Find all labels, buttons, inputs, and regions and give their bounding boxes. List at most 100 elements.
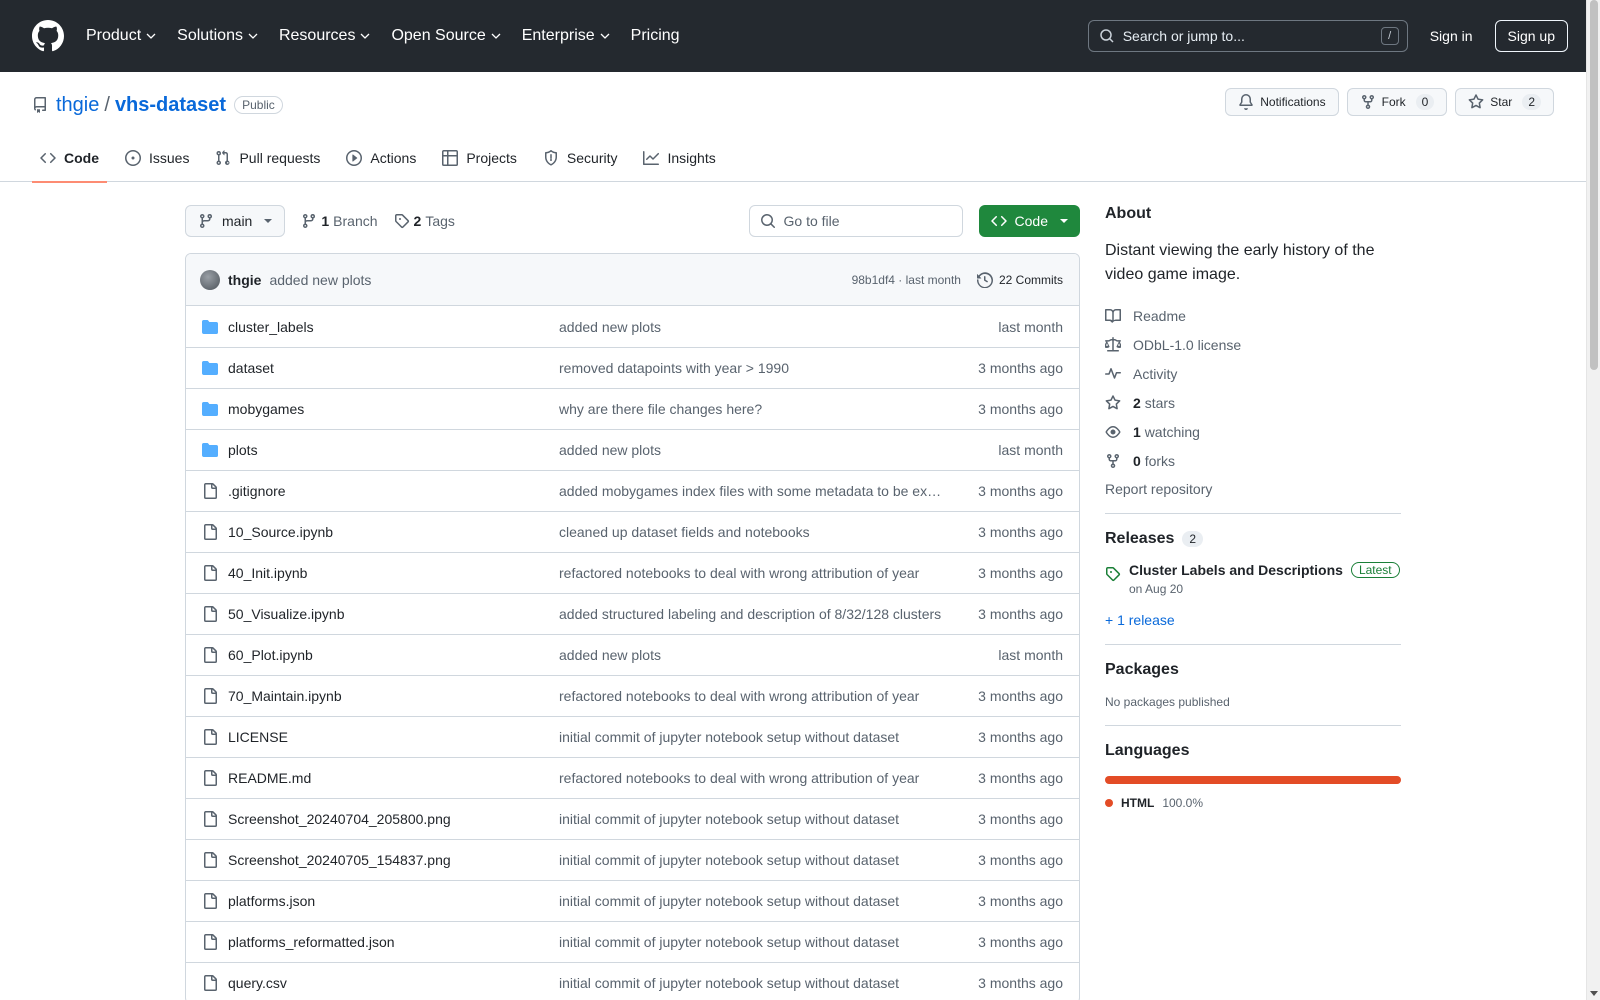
branches-link[interactable]: 1 Branch — [301, 213, 378, 229]
file-name-link[interactable]: .gitignore — [228, 483, 559, 499]
file-name-link[interactable]: 50_Visualize.ipynb — [228, 606, 559, 622]
table-row[interactable]: plots added new plots last month — [186, 429, 1079, 470]
file-name-link[interactable]: Screenshot_20240705_154837.png — [228, 852, 559, 868]
sign-in-link[interactable]: Sign in — [1430, 28, 1473, 44]
scrollbar-thumb[interactable] — [1590, 0, 1598, 370]
notifications-button[interactable]: Notifications — [1225, 88, 1339, 116]
file-commit-message[interactable]: cleaned up dataset fields and notebooks — [559, 524, 978, 540]
file-commit-message[interactable]: refactored notebooks to deal with wrong … — [559, 565, 978, 581]
sign-up-button[interactable]: Sign up — [1494, 20, 1568, 52]
commits-history-link[interactable]: 22 Commits — [976, 271, 1063, 288]
table-row[interactable]: 10_Source.ipynb cleaned up dataset fields… — [186, 511, 1079, 552]
table-row[interactable]: LICENSE initial commit of jupyter noteboo… — [186, 716, 1079, 757]
nav-resources[interactable]: Resources — [279, 27, 371, 45]
file-name-link[interactable]: query.csv — [228, 975, 559, 991]
tab-security[interactable]: Security — [535, 134, 626, 182]
fork-button[interactable]: Fork 0 — [1346, 88, 1448, 116]
file-name-link[interactable]: Screenshot_20240704_205800.png — [228, 811, 559, 827]
commit-hash-time[interactable]: 98b1df4 · last month — [852, 273, 961, 287]
table-row[interactable]: README.md refactored notebooks to deal wi… — [186, 757, 1079, 798]
readme-link[interactable]: Readme — [1105, 301, 1401, 330]
file-name-link[interactable]: mobygames — [228, 401, 559, 417]
file-commit-message[interactable]: initial commit of jupyter notebook setup… — [559, 975, 978, 991]
star-button[interactable]: Star 2 — [1455, 88, 1554, 116]
code-download-button[interactable]: Code — [978, 205, 1080, 237]
file-commit-message[interactable]: added new plots — [559, 319, 998, 335]
file-commit-message[interactable]: initial commit of jupyter notebook setup… — [559, 893, 978, 909]
scroll-down-arrow-icon[interactable] — [1590, 991, 1598, 996]
tab-pull-requests[interactable]: Pull requests — [207, 134, 328, 182]
nav-solutions[interactable]: Solutions — [177, 27, 259, 45]
release-title[interactable]: Cluster Labels and Descriptions — [1129, 562, 1343, 578]
forks-link[interactable]: 0 forks — [1105, 446, 1401, 475]
nav-pricing[interactable]: Pricing — [631, 27, 680, 45]
file-name-link[interactable]: 10_Source.ipynb — [228, 524, 559, 540]
file-name-link[interactable]: dataset — [228, 360, 559, 376]
branch-select-button[interactable]: main — [185, 205, 286, 237]
file-commit-message[interactable]: removed datapoints with year > 1990 — [559, 360, 978, 376]
table-row[interactable]: dataset removed datapoints with year > 19… — [186, 347, 1079, 388]
file-icon — [204, 893, 217, 909]
repo-name-link[interactable]: vhs-dataset — [115, 94, 226, 117]
file-commit-message[interactable]: refactored notebooks to deal with wrong … — [559, 770, 978, 786]
packages-heading[interactable]: Packages — [1105, 661, 1401, 679]
more-releases-link[interactable]: + 1 release — [1105, 612, 1401, 628]
language-item-html[interactable]: HTML 100.0% — [1105, 796, 1401, 810]
table-row[interactable]: platforms.json initial commit of jupyter … — [186, 880, 1079, 921]
file-name-link[interactable]: 70_Maintain.ipynb — [228, 688, 559, 704]
file-name-link[interactable]: cluster_labels — [228, 319, 559, 335]
table-row[interactable]: cluster_labels added new plots last month — [186, 306, 1079, 347]
table-row[interactable]: .gitignore added mobygames index files wi… — [186, 470, 1079, 511]
file-name-link[interactable]: README.md — [228, 770, 559, 786]
table-row[interactable]: 50_Visualize.ipynb added structured label… — [186, 593, 1079, 634]
nav-product[interactable]: Product — [86, 27, 157, 45]
file-name-link[interactable]: 60_Plot.ipynb — [228, 647, 559, 663]
watching-link[interactable]: 1 watching — [1105, 417, 1401, 446]
table-row[interactable]: Screenshot_20240705_154837.png initial co… — [186, 839, 1079, 880]
file-commit-message[interactable]: added new plots — [559, 647, 998, 663]
file-name-link[interactable]: plots — [228, 442, 559, 458]
table-row[interactable]: platforms_reformatted.json initial commit… — [186, 921, 1079, 962]
latest-release[interactable]: Cluster Labels and Descriptions Latest o… — [1105, 562, 1401, 596]
page-scrollbar[interactable] — [1586, 0, 1600, 1000]
file-name-link[interactable]: LICENSE — [228, 729, 559, 745]
tab-projects[interactable]: Projects — [434, 134, 525, 182]
table-row[interactable]: mobygames why are there file changes here… — [186, 388, 1079, 429]
report-repository-link[interactable]: Report repository — [1105, 481, 1401, 497]
tags-link[interactable]: 2 Tags — [394, 213, 455, 229]
activity-link[interactable]: Activity — [1105, 359, 1401, 388]
file-commit-message[interactable]: initial commit of jupyter notebook setup… — [559, 852, 978, 868]
file-commit-message[interactable]: added structured labeling and descriptio… — [559, 606, 978, 622]
table-row[interactable]: 70_Maintain.ipynb refactored notebooks to… — [186, 675, 1079, 716]
file-commit-message[interactable]: initial commit of jupyter notebook setup… — [559, 729, 978, 745]
tab-code[interactable]: Code — [32, 134, 107, 183]
go-to-file-input[interactable]: Go to file — [748, 205, 963, 237]
file-commit-message[interactable]: added new plots — [559, 442, 998, 458]
releases-heading[interactable]: Releases — [1105, 530, 1174, 548]
file-commit-message[interactable]: initial commit of jupyter notebook setup… — [559, 934, 978, 950]
table-row[interactable]: query.csv initial commit of jupyter noteb… — [186, 962, 1079, 1000]
search-input[interactable]: Search or jump to... / — [1087, 20, 1408, 52]
table-row[interactable]: Screenshot_20240704_205800.png initial co… — [186, 798, 1079, 839]
tab-actions[interactable]: Actions — [338, 134, 424, 182]
repo-owner-link[interactable]: thgie — [56, 94, 99, 117]
stars-link[interactable]: 2 stars — [1105, 388, 1401, 417]
table-row[interactable]: 40_Init.ipynb refactored notebooks to dea… — [186, 552, 1079, 593]
file-commit-message[interactable]: added mobygames index files with some me… — [559, 483, 978, 499]
file-commit-message[interactable]: why are there file changes here? — [559, 401, 978, 417]
commit-author[interactable]: thgie — [228, 272, 261, 288]
file-name-link[interactable]: platforms.json — [228, 893, 559, 909]
tab-issues[interactable]: Issues — [117, 134, 197, 182]
tab-insights[interactable]: Insights — [635, 134, 723, 182]
table-row[interactable]: 60_Plot.ipynb added new plots last month — [186, 634, 1079, 675]
file-name-link[interactable]: platforms_reformatted.json — [228, 934, 559, 950]
avatar[interactable] — [200, 269, 220, 290]
license-link[interactable]: ODbL-1.0 license — [1105, 330, 1401, 359]
github-logo-icon[interactable] — [32, 20, 64, 52]
file-commit-message[interactable]: refactored notebooks to deal with wrong … — [559, 688, 978, 704]
file-name-link[interactable]: 40_Init.ipynb — [228, 565, 559, 581]
nav-open-source[interactable]: Open Source — [391, 27, 501, 45]
nav-enterprise[interactable]: Enterprise — [522, 27, 611, 45]
file-commit-message[interactable]: initial commit of jupyter notebook setup… — [559, 811, 978, 827]
commit-message[interactable]: added new plots — [269, 272, 371, 288]
